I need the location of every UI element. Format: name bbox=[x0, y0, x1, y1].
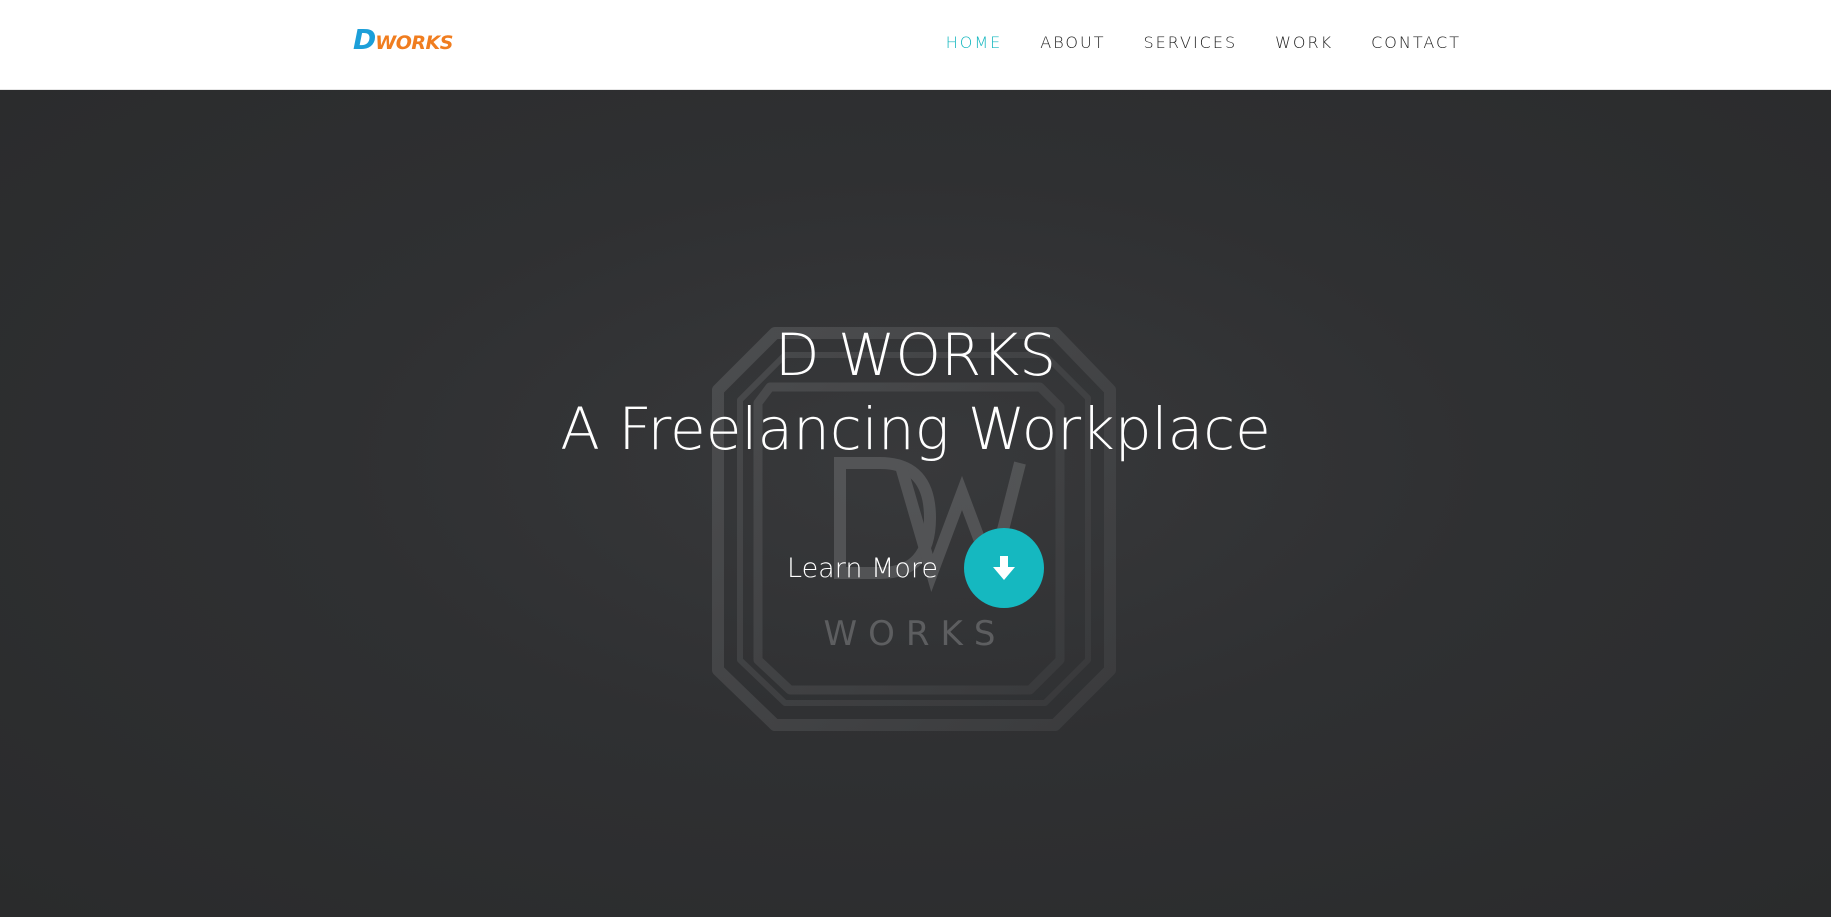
scroll-down-button[interactable] bbox=[963, 528, 1044, 608]
logo-letter: D bbox=[353, 23, 376, 56]
hero-title-line-2: A Freelancing Workplace bbox=[560, 395, 1271, 463]
arrow-down-icon bbox=[992, 556, 1015, 580]
nav-services-link[interactable]: SERVICES bbox=[1143, 33, 1237, 52]
emblem-wordmark: WORKS bbox=[824, 614, 1007, 654]
main-nav: HOME ABOUT SERVICES WORK CONTACT bbox=[946, 33, 1461, 52]
top-navbar: DWORKS HOME ABOUT SERVICES WORK CONTACT bbox=[0, 0, 1831, 90]
hero-title-line-1: D WORKS bbox=[774, 321, 1057, 389]
nav-contact-link[interactable]: CONTACT bbox=[1371, 33, 1461, 52]
nav-work-link[interactable]: WORK bbox=[1275, 33, 1333, 52]
hero-section: WORKS D WORKS A Freelancing Workplace Le… bbox=[0, 90, 1831, 917]
learn-more-link[interactable]: Learn More bbox=[787, 553, 938, 584]
nav-about-link[interactable]: ABOUT bbox=[1040, 33, 1105, 52]
nav-home-link[interactable]: HOME bbox=[946, 33, 1003, 52]
logo-wordmark: WORKS bbox=[375, 32, 453, 54]
hero-title: D WORKS A Freelancing Workplace bbox=[0, 318, 1831, 466]
learn-more-row: Learn More bbox=[0, 528, 1831, 608]
brand-logo[interactable]: DWORKS bbox=[353, 26, 453, 54]
